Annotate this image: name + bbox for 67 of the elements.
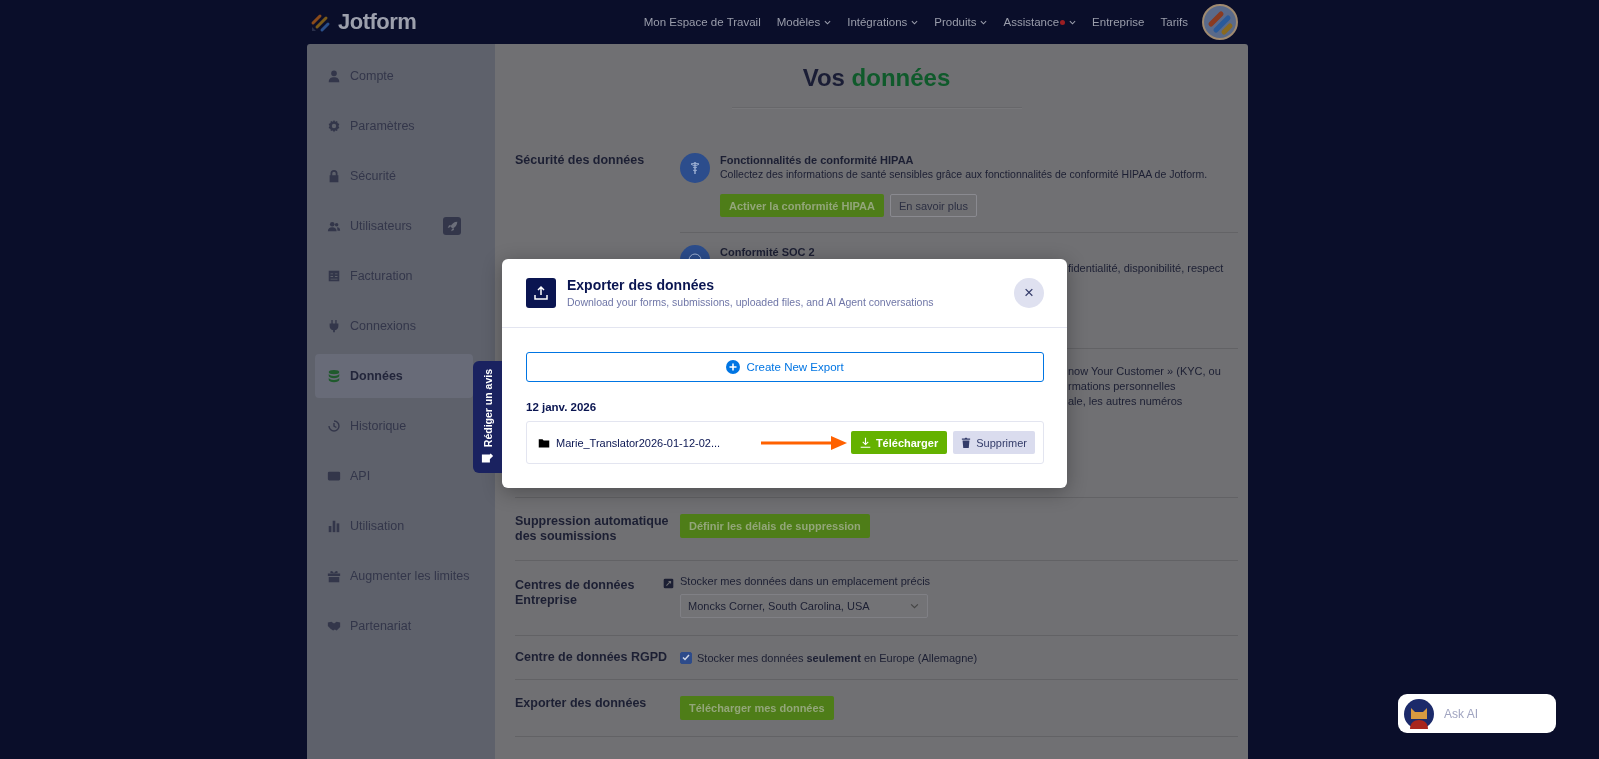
checkbox[interactable]	[680, 651, 692, 664]
file-name: Marie_Translator2026-01-12-02...	[556, 436, 721, 449]
enable-button[interactable]: Activer la conformité HIPAA	[720, 194, 884, 217]
download-icon	[859, 437, 871, 448]
description-line: now Your Customer » (KYC, ou	[1068, 364, 1222, 379]
database-icon	[327, 369, 341, 383]
delete-button[interactable]: Supprimer	[953, 431, 1035, 454]
ask-ai-field[interactable]: Ask AI	[1398, 694, 1556, 733]
user-icon	[327, 69, 341, 83]
nav-link[interactable]: Assistance	[1003, 16, 1077, 28]
upgrade-icon	[663, 578, 674, 589]
location-dropdown[interactable]: Moncks Corner, South Carolina, USA	[680, 594, 928, 618]
action-button[interactable]: Télécharger mes données	[680, 696, 834, 720]
description-line: ale, les autres numéros	[1068, 394, 1184, 409]
folder-icon	[538, 436, 550, 449]
section-label: Exporter des données	[515, 696, 647, 711]
dialog-subtitle: Download your forms, submissions, uploaded files, and AI Agent conversations	[567, 296, 934, 308]
receipt-icon	[327, 269, 341, 283]
section-label: Suppression automatique des soumissions	[515, 514, 670, 544]
export-date: 12 janv. 2026	[526, 401, 598, 413]
avatar-icon	[1404, 698, 1434, 729]
caret-icon	[911, 19, 919, 25]
brand-name: Jotform	[338, 9, 417, 35]
notification-dot	[1060, 19, 1066, 25]
users-icon	[327, 219, 341, 233]
caduceus-icon	[680, 153, 710, 183]
nav-link[interactable]: Mon Espace de Travail	[643, 16, 761, 28]
download-button[interactable]: Télécharger	[850, 431, 948, 454]
caret-icon	[980, 19, 988, 25]
ask-ai-input[interactable]: Ask AI	[1442, 705, 1546, 722]
dialog-title: Exporter des données	[567, 277, 716, 293]
caret-icon	[1069, 19, 1077, 25]
feature-description: Collectez des informations de santé sensibles grâce aux fonctionnalités de conformité HIPAA de Jotform.	[720, 168, 1208, 180]
history-icon	[327, 419, 341, 433]
gift-icon	[327, 569, 341, 583]
gear-icon	[327, 119, 341, 133]
feedback-tab[interactable]: Rédiger un avis	[473, 361, 502, 473]
feature-title: Conformité SOC 2	[720, 246, 815, 258]
sidebar-item[interactable]: Données	[315, 354, 473, 398]
close-button[interactable]: ×	[1014, 277, 1044, 308]
trash-icon	[961, 437, 972, 448]
learn-more-button[interactable]: En savoir plus	[889, 194, 977, 217]
chevron-icon	[910, 603, 919, 609]
nav-link[interactable]: Intégrations	[847, 16, 919, 28]
description-line: rmations personnelles	[1068, 379, 1177, 394]
avatar-icon[interactable]	[1202, 4, 1238, 40]
create-export-button[interactable]: Create New Export	[526, 352, 1044, 382]
section-label: Sécurité des données	[515, 153, 645, 168]
nav-link[interactable]: Produits	[934, 16, 988, 28]
feature-title: Fonctionnalités de conformité HIPAA	[720, 154, 915, 166]
feature-description: fidentialité, disponibilité, respect	[1068, 261, 1225, 276]
lock-icon	[327, 169, 341, 183]
caret-icon	[824, 19, 832, 25]
nav-link[interactable]: Tarifs	[1160, 16, 1188, 28]
action-button[interactable]: Définir les délais de suppression	[680, 514, 870, 538]
page-title: Vos données	[801, 64, 952, 92]
field-hint: Stocker mes données dans un emplacement précis	[680, 575, 932, 587]
plug-icon	[327, 319, 341, 333]
bar-chart-icon	[327, 519, 341, 533]
section-label: Centre de données RGPD	[515, 650, 668, 665]
plus-icon	[726, 360, 741, 374]
checkbox-label: Stocker mes données seulement en Europe (Allemagne)	[697, 651, 978, 664]
upload-icon	[526, 277, 556, 308]
nav-link[interactable]: Modèles	[776, 16, 832, 28]
review-icon	[481, 452, 494, 465]
nav-link[interactable]: Entreprise	[1092, 16, 1145, 28]
section-label: Centres de données Entreprise	[515, 578, 636, 608]
